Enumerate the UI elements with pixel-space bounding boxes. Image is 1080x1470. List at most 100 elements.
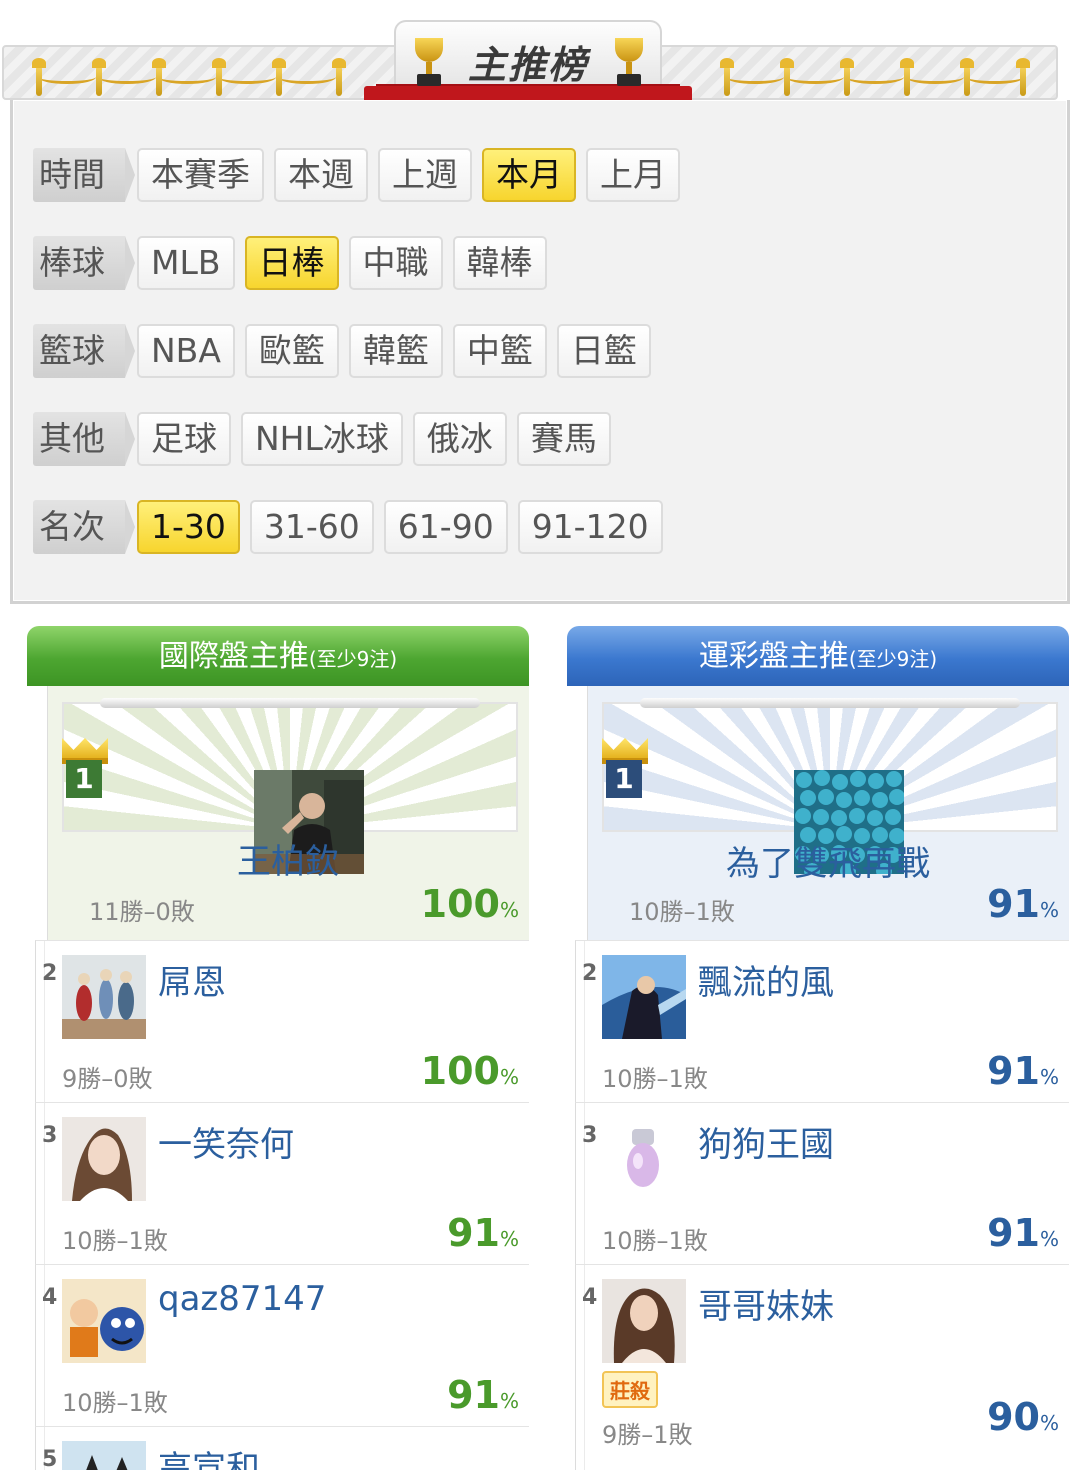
- crown-icon: [62, 728, 108, 764]
- avatar: [62, 1279, 146, 1363]
- ranking-banner: 主推榜: [0, 0, 1080, 100]
- filter-option[interactable]: 俄冰: [412, 412, 507, 466]
- ranking-entry[interactable]: 4 哥哥妹妹 莊殺 9勝–1敗 90%: [575, 1264, 1069, 1470]
- rope-decoration: [98, 70, 156, 84]
- filter-option[interactable]: NHL冰球: [241, 412, 403, 466]
- rope-decoration: [38, 70, 96, 84]
- filter-row-basketball: 籃球 NBA 歐籃 韓籃 中籃 日籃: [33, 323, 661, 379]
- top-ranked-name[interactable]: 為了雙飛再戰: [587, 836, 1069, 885]
- page-title: 主推榜: [467, 43, 588, 87]
- user-name[interactable]: 屌恩: [158, 955, 226, 1004]
- filter-option-active[interactable]: 本月: [482, 148, 576, 202]
- user-name[interactable]: qaz87147: [158, 1279, 326, 1319]
- filter-option[interactable]: 歐籃: [244, 324, 339, 378]
- rank-number: 2: [42, 961, 58, 986]
- filter-option[interactable]: 91-120: [517, 500, 663, 554]
- filter-option-active[interactable]: 日棒: [244, 236, 339, 290]
- avatar: [62, 1441, 146, 1470]
- rope-decoration: [786, 70, 844, 84]
- post-icon: [152, 58, 166, 96]
- avatar: [602, 1117, 686, 1201]
- filter-row-baseball: 棒球 MLB 日棒 中職 韓棒: [33, 235, 557, 291]
- filter-option[interactable]: 上週: [378, 148, 472, 202]
- column-note: (至少9注): [308, 647, 398, 671]
- rope-decoration: [158, 70, 216, 84]
- filter-label: 籃球: [33, 324, 135, 378]
- filter-option[interactable]: 本賽季: [137, 148, 264, 202]
- rank-number: 4: [42, 1285, 58, 1310]
- ranking-entry[interactable]: 3 狗狗王國 10勝–1敗 91%: [575, 1102, 1069, 1264]
- avatar: [62, 1117, 146, 1201]
- filter-option[interactable]: 中職: [348, 236, 443, 290]
- win-percentage: 91%: [447, 1211, 519, 1255]
- user-name[interactable]: 飄流的風: [698, 955, 834, 1004]
- post-icon: [900, 58, 914, 96]
- filter-option[interactable]: 足球: [137, 412, 231, 466]
- filter-option[interactable]: 日籃: [556, 324, 651, 378]
- rank-badge: 1: [66, 760, 102, 798]
- user-name[interactable]: 高宣和: [158, 1441, 260, 1470]
- filter-row-other: 其他 足球 NHL冰球 俄冰 賽馬: [33, 411, 621, 467]
- win-loss-record: 10勝–1敗: [62, 1389, 168, 1417]
- rank-badge: 1: [606, 760, 642, 798]
- ranking-column-international: 國際盤主推(至少9注) 1 王柏欽 11勝–0敗 100% 2 屌恩 9勝–0敗…: [27, 626, 529, 1470]
- ranking-entry[interactable]: 4 qaz87147 10勝–1敗 91%: [35, 1264, 529, 1426]
- rope-decoration: [966, 70, 1024, 84]
- post-icon: [272, 58, 286, 96]
- filter-option[interactable]: 賽馬: [516, 412, 611, 466]
- win-loss-record: 10勝–1敗: [629, 898, 735, 926]
- ranking-entry[interactable]: 3 一笑奈何 10勝–1敗 91%: [35, 1102, 529, 1264]
- column-note: (至少9注): [848, 647, 938, 671]
- win-loss-record: 10勝–1敗: [602, 1065, 708, 1093]
- filter-option[interactable]: 中籃: [452, 324, 547, 378]
- filter-option[interactable]: 31-60: [249, 500, 374, 554]
- filter-option[interactable]: MLB: [137, 236, 235, 290]
- post-icon: [212, 58, 226, 96]
- ranking-entry[interactable]: 5 高宣和: [35, 1426, 529, 1470]
- win-loss-record: 9勝–1敗: [602, 1421, 693, 1449]
- column-header: 運彩盤主推(至少9注): [567, 626, 1069, 686]
- filter-label: 棒球: [33, 236, 135, 290]
- top-ranked-name[interactable]: 王柏欽: [47, 834, 529, 883]
- post-icon: [960, 58, 974, 96]
- rank-number: 4: [582, 1285, 598, 1310]
- post-icon: [840, 58, 854, 96]
- rope-decoration: [846, 70, 904, 84]
- filter-option[interactable]: 韓棒: [452, 236, 547, 290]
- rank-number: 2: [582, 961, 598, 986]
- ranking-entry[interactable]: 2 屌恩 9勝–0敗 100%: [35, 940, 529, 1102]
- user-name[interactable]: 狗狗王國: [698, 1117, 834, 1166]
- filter-label: 其他: [33, 412, 135, 466]
- column-title: 運彩盤主推: [698, 639, 849, 674]
- win-percentage: 91%: [987, 1049, 1059, 1093]
- banner-title-plate: 主推榜: [364, 20, 692, 100]
- filter-option[interactable]: 上月: [586, 148, 680, 202]
- status-badge: 莊殺: [602, 1371, 658, 1408]
- win-percentage: 91%: [987, 882, 1059, 926]
- win-percentage: 100%: [420, 1049, 519, 1093]
- crown-icon: [602, 728, 648, 764]
- rope-decoration: [278, 70, 336, 84]
- filter-option-active[interactable]: 1-30: [137, 500, 240, 554]
- post-icon: [332, 58, 346, 96]
- win-percentage: 91%: [987, 1211, 1059, 1255]
- win-loss-record: 10勝–1敗: [602, 1227, 708, 1255]
- ranking-entry[interactable]: 2 飄流的風 10勝–1敗 91%: [575, 940, 1069, 1102]
- post-icon: [1016, 58, 1030, 96]
- column-title: 國際盤主推: [158, 639, 309, 674]
- win-percentage: 91%: [447, 1373, 519, 1417]
- user-name[interactable]: 哥哥妹妹: [698, 1279, 834, 1328]
- avatar: [62, 955, 146, 1039]
- filter-row-rank: 名次 1-30 31-60 61-90 91-120: [33, 499, 673, 555]
- post-icon: [32, 58, 46, 96]
- rank-number: 5: [42, 1447, 58, 1470]
- filter-panel: 時間 本賽季 本週 上週 本月 上月 棒球 MLB 日棒 中職 韓棒 籃球 NB…: [10, 100, 1070, 604]
- avatar: [602, 1279, 686, 1363]
- filter-label: 時間: [33, 148, 135, 202]
- filter-option[interactable]: NBA: [137, 324, 235, 378]
- post-icon: [780, 58, 794, 96]
- filter-option[interactable]: 本週: [274, 148, 368, 202]
- filter-option[interactable]: 61-90: [383, 500, 508, 554]
- filter-option[interactable]: 韓籃: [348, 324, 443, 378]
- user-name[interactable]: 一笑奈何: [158, 1117, 294, 1166]
